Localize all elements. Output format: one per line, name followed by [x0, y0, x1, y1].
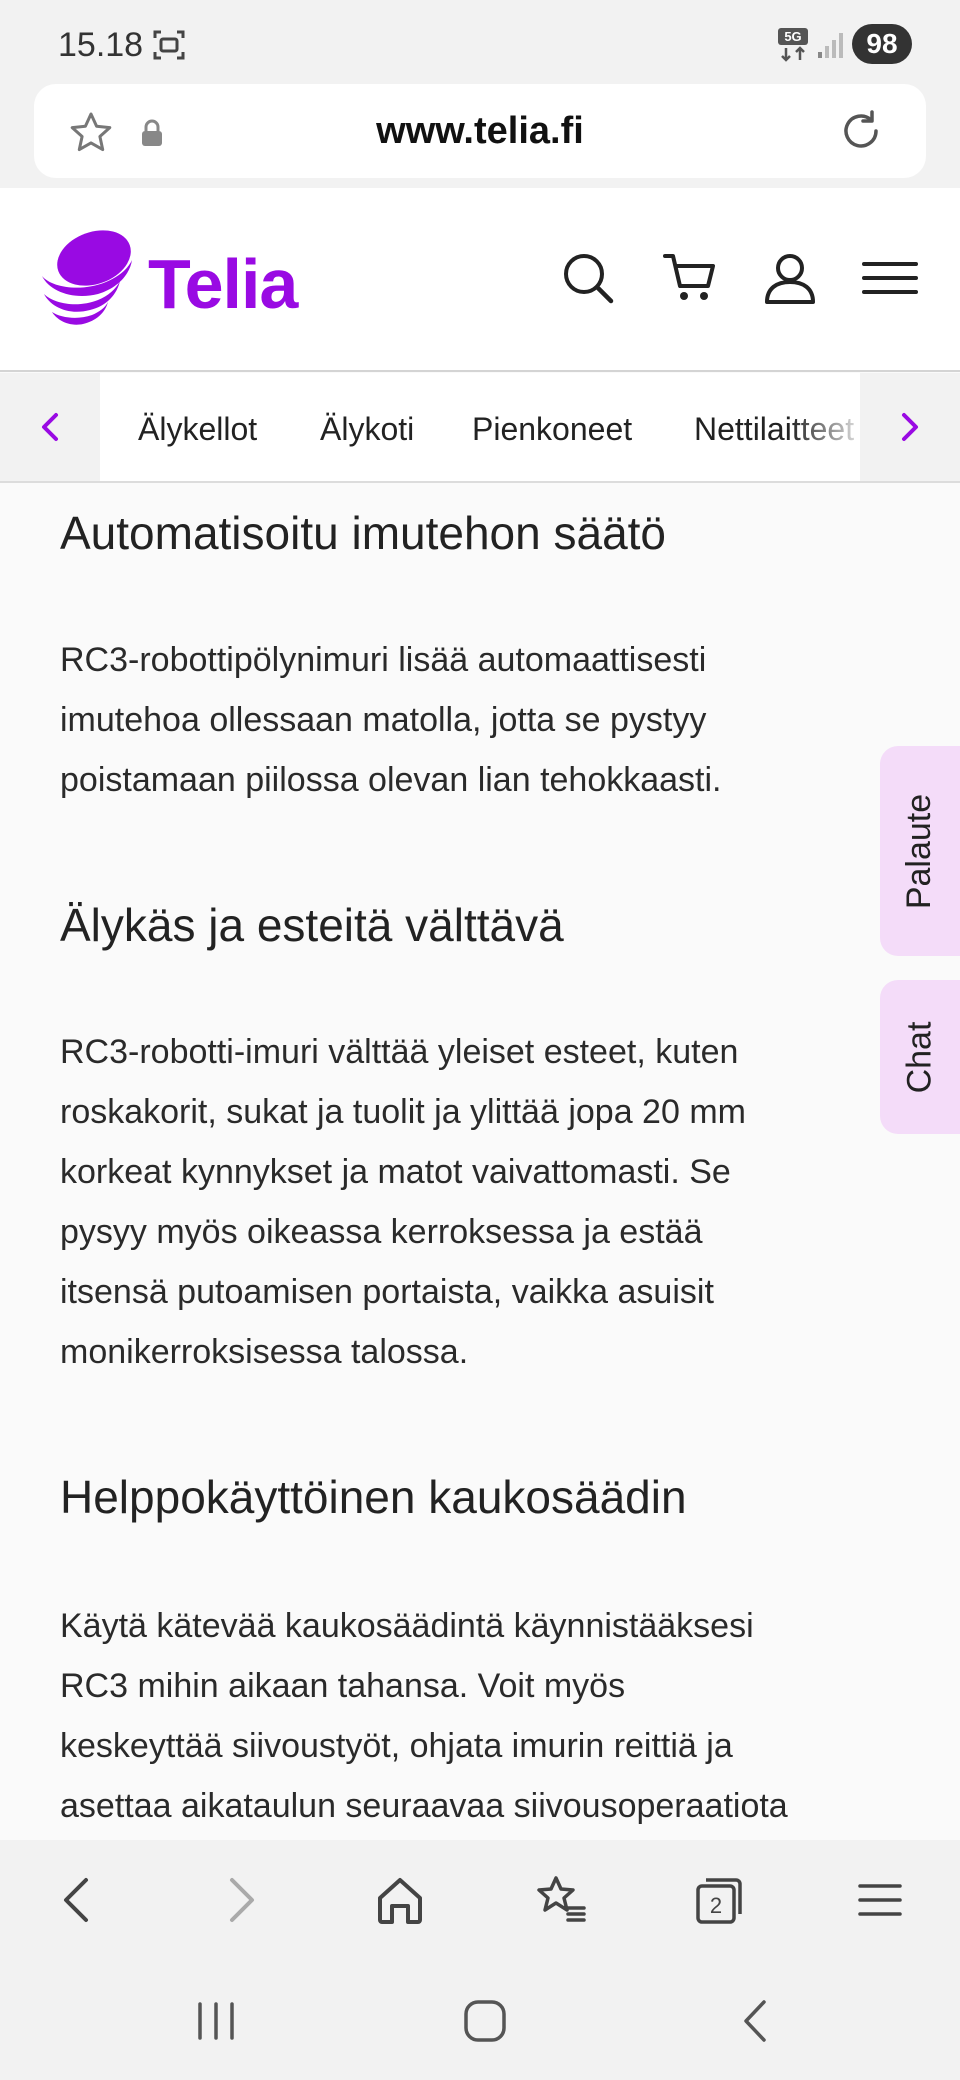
category-nav: Älykellot Älykoti Pienkoneet Nettilaitte…: [0, 373, 960, 483]
category-fade: [790, 373, 860, 481]
section-heading: Automatisoitu imutehon säätö: [60, 507, 667, 559]
signal-icon: [818, 33, 843, 58]
paragraph-line: monikerroksisessa talossa.: [60, 1333, 469, 1371]
paragraph-line: RC3-robotti-imuri välttää yleiset esteet…: [60, 1033, 739, 1071]
chevron-left-icon: [42, 413, 58, 441]
paragraph-line: poistamaan piilossa olevan lian tehokkaa…: [60, 761, 722, 799]
reload-icon[interactable]: [836, 106, 886, 156]
category-item-alykoti[interactable]: Älykoti: [320, 411, 414, 448]
section-paragraph: RC3-robottipölynimuri lisää automaattise…: [60, 630, 880, 810]
feedback-tab[interactable]: Palaute: [880, 746, 960, 956]
battery-badge: 98: [852, 24, 912, 64]
paragraph-line: itsensä putoamisen portaista, vaikka asu…: [60, 1273, 714, 1311]
feedback-tab-label: Palaute: [900, 793, 939, 909]
browser-toolbar: www.telia.fi: [0, 84, 960, 188]
status-time: 15.18: [58, 26, 144, 64]
search-icon[interactable]: [560, 250, 616, 306]
address-bar[interactable]: www.telia.fi: [34, 84, 926, 178]
back-icon[interactable]: [50, 1872, 106, 1928]
bookmark-star-icon[interactable]: [68, 110, 114, 156]
menu-icon[interactable]: [862, 250, 918, 306]
category-scroll-right[interactable]: [860, 373, 960, 481]
section-heading: Älykäs ja esteitä välttävä: [60, 899, 564, 951]
forward-icon[interactable]: [212, 1872, 268, 1928]
section-paragraph: RC3-robotti-imuri välttää yleiset esteet…: [60, 1022, 880, 1382]
paragraph-line: Käytä kätevää kaukosäädintä käynnistääks…: [60, 1607, 754, 1645]
browser-menu-icon[interactable]: [852, 1872, 908, 1928]
paragraph-line: imutehoa ollessaan matolla, jotta se pys…: [60, 701, 707, 739]
system-back-icon[interactable]: [732, 1996, 782, 2046]
bookmarks-icon[interactable]: [532, 1872, 588, 1928]
chat-tab[interactable]: Chat: [880, 980, 960, 1134]
category-item-pienkoneet[interactable]: Pienkoneet: [472, 411, 632, 448]
recent-apps-icon[interactable]: [192, 1996, 242, 2046]
home-icon[interactable]: [372, 1872, 428, 1928]
paragraph-line: RC3 mihin aikaan tahansa. Voit myös: [60, 1667, 626, 1705]
paragraph-line: korkeat kynnykset ja matot vaivattomasti…: [60, 1153, 731, 1191]
home-button-icon[interactable]: [460, 1996, 510, 2046]
section-heading: Helppokäyttöinen kaukosäädin: [60, 1471, 687, 1523]
user-account-icon[interactable]: [762, 250, 818, 306]
screenshot-icon: [153, 30, 185, 60]
browser-bottom-toolbar: 2: [0, 1840, 960, 1960]
category-list: Älykellot Älykoti Pienkoneet Nettilaitte…: [100, 373, 860, 481]
paragraph-line: pysyy myös oikeassa kerroksessa ja estää: [60, 1213, 703, 1251]
network-label: 5G: [784, 29, 801, 44]
category-scroll-left[interactable]: [0, 373, 100, 481]
paragraph-line: roskakorit, sukat ja tuolit ja ylittää j…: [60, 1093, 746, 1131]
paragraph-line: keskeyttää siivoustyöt, ohjata imurin re…: [60, 1727, 733, 1765]
chat-tab-label: Chat: [900, 1021, 939, 1093]
chevron-right-icon: [902, 413, 918, 441]
url-text[interactable]: www.telia.fi: [184, 110, 776, 153]
shopping-cart-icon[interactable]: [662, 250, 718, 306]
category-item-alykellot[interactable]: Älykellot: [138, 411, 257, 448]
network-5g-icon: 5G: [778, 28, 808, 62]
brand-name[interactable]: Telia: [148, 244, 298, 324]
lock-icon: [142, 119, 162, 146]
system-navigation-bar: [0, 1960, 960, 2080]
section-paragraph: Käytä kätevää kaukosäädintä käynnistääks…: [60, 1596, 880, 1836]
telia-logo-icon[interactable]: [38, 228, 136, 330]
status-bar: 15.18 5G 98: [0, 0, 960, 84]
tabs-icon[interactable]: 2: [692, 1872, 748, 1928]
tab-count: 2: [710, 1893, 722, 1918]
paragraph-line: RC3-robottipölynimuri lisää automaattise…: [60, 641, 707, 679]
site-header: Telia: [0, 188, 960, 372]
paragraph-line: asettaa aikataulun seuraavaa siivousoper…: [60, 1787, 788, 1825]
